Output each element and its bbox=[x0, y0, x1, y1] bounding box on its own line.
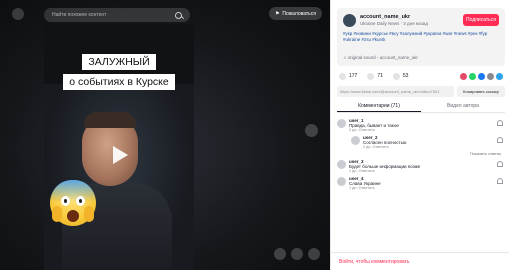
share-icon-0[interactable] bbox=[460, 72, 467, 80]
comment-icon bbox=[367, 72, 375, 80]
fullscreen-icon[interactable] bbox=[274, 248, 286, 260]
login-to-comment-text[interactable]: Войти, чтобы комментировать bbox=[339, 259, 410, 265]
video-caption-line-1: ЗАЛУЖНЫЙ bbox=[82, 54, 156, 70]
follow-button[interactable]: Подписаться bbox=[463, 14, 499, 26]
avatar[interactable] bbox=[351, 136, 360, 145]
comment-button[interactable]: 71 bbox=[367, 72, 383, 80]
comment-meta[interactable]: 2 дн. Ответить bbox=[363, 145, 389, 149]
comment-meta[interactable]: 2 дн. Ответить bbox=[349, 128, 375, 132]
heart-icon bbox=[339, 72, 346, 80]
video-link-field[interactable]: https://www.tiktok.com/@account_name_ukr… bbox=[337, 86, 454, 97]
copy-link-button[interactable]: Копировать ссылку bbox=[457, 86, 505, 97]
avatar[interactable] bbox=[337, 119, 346, 128]
heart-icon[interactable] bbox=[497, 178, 503, 184]
comment-list: user_1 Правда, бывает и такое 2 дн. Отве… bbox=[337, 118, 505, 193]
play-icon[interactable] bbox=[108, 144, 130, 166]
person-hair bbox=[84, 112, 136, 128]
close-button[interactable] bbox=[12, 8, 24, 20]
music-link[interactable]: ♫ original sound - account_name_ukr bbox=[343, 55, 418, 60]
video-stage: Найти похожее контент ⚑ Пожаловаться ЗАЛ… bbox=[0, 0, 330, 270]
heart-icon[interactable] bbox=[497, 137, 503, 143]
bookmark-icon bbox=[392, 72, 400, 80]
share-icon-2[interactable] bbox=[478, 72, 485, 80]
video-caption-line-2: о событиях в Курске bbox=[63, 74, 175, 90]
search-bar[interactable]: Найти похожее контент bbox=[44, 8, 190, 22]
author-username[interactable]: account_name_ukr bbox=[360, 14, 410, 20]
engagement-bar: 177 71 53 bbox=[339, 70, 503, 82]
author-subtitle: Ukraine Daily News · 3 дня назад bbox=[360, 21, 428, 26]
share-icon-4[interactable] bbox=[496, 72, 503, 80]
flag-icon: ⚑ bbox=[274, 10, 280, 17]
list-item: user_1 Правда, бывает и такое 2 дн. Отве… bbox=[337, 118, 505, 132]
report-button[interactable]: ⚑ Пожаловаться bbox=[268, 7, 322, 20]
author-card: account_name_ukr Ukraine Daily News · 3 … bbox=[337, 8, 505, 66]
like-count: 177 bbox=[349, 73, 358, 79]
video-player[interactable]: ЗАЛУЖНЫЙ о событиях в Курске bbox=[44, 24, 194, 270]
video-description[interactable]: #укр #новини #курськ #всу #залужний #укр… bbox=[343, 31, 499, 43]
show-replies-link[interactable]: Показать ответы bbox=[337, 151, 501, 156]
search-icon[interactable] bbox=[175, 11, 182, 19]
panel-tabs: Комментарии (71) Видео автора bbox=[337, 101, 505, 113]
save-button[interactable]: 53 bbox=[392, 72, 409, 80]
comment-count: 71 bbox=[377, 73, 383, 79]
share-icons bbox=[460, 72, 503, 80]
save-count: 53 bbox=[402, 73, 409, 79]
settings-icon[interactable] bbox=[291, 248, 303, 260]
heart-icon[interactable] bbox=[497, 120, 503, 126]
list-item: user_3 Будет больше информации позже 1 д… bbox=[337, 159, 505, 173]
tab-comments[interactable]: Комментарии (71) bbox=[337, 101, 421, 112]
next-video-arrow-icon[interactable] bbox=[305, 124, 318, 137]
avatar[interactable] bbox=[337, 177, 346, 186]
comment-login-bar[interactable]: Войти, чтобы комментировать bbox=[331, 252, 509, 270]
share-icon-1[interactable] bbox=[469, 72, 476, 80]
list-item: user_2 Согласен полностью 2 дн. Ответить bbox=[351, 135, 505, 149]
details-panel: account_name_ukr Ukraine Daily News · 3 … bbox=[330, 0, 509, 270]
share-icon-3[interactable] bbox=[487, 72, 494, 80]
report-label: Пожаловаться bbox=[282, 10, 316, 17]
screaming-face-emoji bbox=[50, 180, 96, 226]
comment-meta[interactable]: 1 дн. Ответить bbox=[349, 169, 375, 173]
like-button[interactable]: 177 bbox=[339, 72, 358, 80]
volume-icon[interactable] bbox=[308, 248, 320, 260]
avatar[interactable] bbox=[337, 160, 346, 169]
comment-meta[interactable]: 1 дн. Ответить bbox=[349, 186, 375, 190]
heart-icon[interactable] bbox=[497, 161, 503, 167]
link-row: https://www.tiktok.com/@account_name_ukr… bbox=[337, 86, 505, 97]
list-item: user_4 Слава Украине 1 дн. Ответить bbox=[337, 176, 505, 190]
search-placeholder: Найти похожее контент bbox=[52, 12, 107, 18]
tab-creator-videos[interactable]: Видео автора bbox=[421, 101, 505, 112]
video-caption: ЗАЛУЖНЫЙ о событиях в Курске bbox=[56, 52, 182, 92]
avatar[interactable] bbox=[343, 14, 356, 27]
